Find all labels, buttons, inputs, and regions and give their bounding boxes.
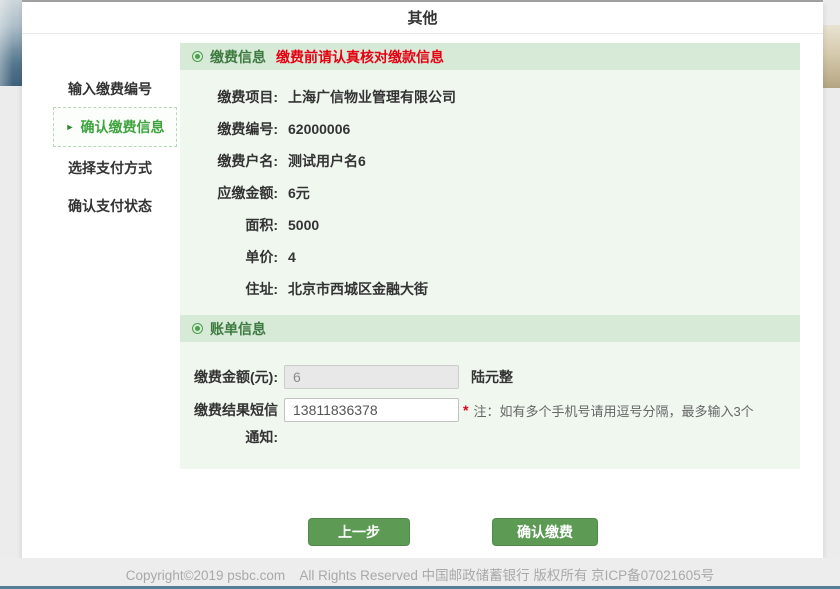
field-value: 62000006 bbox=[288, 121, 350, 137]
field-row-unit-price: 单价: 4 bbox=[180, 241, 800, 273]
field-label: 单价: bbox=[180, 247, 278, 267]
field-value: 北京市西城区金融大街 bbox=[288, 279, 428, 299]
section-bullet-icon bbox=[192, 51, 203, 62]
content-area: 缴费信息 缴费前请认真核对缴款信息 缴费项目: 上海广信物业管理有限公司 缴费编… bbox=[180, 43, 800, 469]
sms-phone-input[interactable] bbox=[284, 398, 459, 422]
footer: Copyright©2019 psbc.com All Rights Reser… bbox=[0, 558, 840, 589]
background-photo-left bbox=[0, 0, 22, 86]
bill-amount-label: 缴费金额(元): bbox=[180, 367, 278, 387]
field-row-address: 住址: 北京市西城区金融大街 bbox=[180, 273, 800, 305]
sms-label-line2: 通知: bbox=[180, 427, 278, 447]
amount-in-words: 陆元整 bbox=[471, 367, 513, 387]
field-label: 缴费项目: bbox=[180, 87, 278, 107]
field-value: 6元 bbox=[288, 183, 310, 203]
title-bar: 其他 bbox=[22, 2, 823, 34]
bill-amount-input bbox=[284, 365, 459, 389]
section-bullet-icon bbox=[192, 323, 203, 334]
field-label: 应缴金额: bbox=[180, 183, 278, 203]
field-value: 4 bbox=[288, 249, 296, 265]
field-label: 缴费户名: bbox=[180, 151, 278, 171]
step-enter-payment-number[interactable]: 输入缴费编号 bbox=[68, 80, 152, 98]
sms-label-line1: 缴费结果短信 bbox=[180, 400, 278, 420]
copyright-text: Copyright©2019 psbc.com All Rights Reser… bbox=[126, 564, 714, 584]
field-row-project: 缴费项目: 上海广信物业管理有限公司 bbox=[180, 81, 800, 113]
bill-amount-row: 缴费金额(元): 陆元整 bbox=[180, 362, 800, 392]
main-panel: 其他 输入缴费编号 ► 确认缴费信息 选择支付方式 确认支付状态 缴费信息 缴费… bbox=[22, 2, 823, 558]
page-title: 其他 bbox=[407, 7, 437, 28]
field-label: 缴费编号: bbox=[180, 119, 278, 139]
payment-info-section-header: 缴费信息 缴费前请认真核对缴款信息 bbox=[180, 43, 800, 70]
sms-notify-row: 缴费结果短信 * 注：如有多个手机号请用逗号分隔，最多输入3个 bbox=[180, 395, 800, 425]
step-confirm-payment-status[interactable]: 确认支付状态 bbox=[68, 197, 152, 215]
step-select-payment-method[interactable]: 选择支付方式 bbox=[68, 159, 152, 177]
sms-note: 注：如有多个手机号请用逗号分隔，最多输入3个 bbox=[473, 401, 753, 420]
field-label: 面积: bbox=[180, 215, 278, 235]
active-step-arrow-icon: ► bbox=[66, 122, 75, 132]
bill-info-fields: 缴费金额(元): 陆元整 缴费结果短信 * 注：如有多个手机号请用逗号分隔，最多… bbox=[180, 342, 800, 449]
field-value: 测试用户名6 bbox=[288, 151, 366, 171]
field-row-amount-due: 应缴金额: 6元 bbox=[180, 177, 800, 209]
confirm-payment-button[interactable]: 确认缴费 bbox=[492, 518, 598, 546]
bill-info-section-title: 账单信息 bbox=[210, 319, 266, 339]
field-row-area: 面积: 5000 bbox=[180, 209, 800, 241]
field-value: 上海广信物业管理有限公司 bbox=[288, 87, 456, 107]
field-label: 住址: bbox=[180, 279, 278, 299]
field-row-account-name: 缴费户名: 测试用户名6 bbox=[180, 145, 800, 177]
step-confirm-payment-info[interactable]: ► 确认缴费信息 bbox=[53, 107, 177, 147]
sms-notify-row-line2: 通知: bbox=[180, 425, 800, 449]
bill-info-section-header: 账单信息 bbox=[180, 315, 800, 342]
field-row-payment-number: 缴费编号: 62000006 bbox=[180, 113, 800, 145]
background-photo-right bbox=[823, 25, 840, 88]
required-asterisk: * bbox=[463, 402, 468, 418]
previous-step-button[interactable]: 上一步 bbox=[308, 518, 410, 546]
payment-info-warning: 缴费前请认真核对缴款信息 bbox=[276, 47, 444, 67]
payment-info-fields: 缴费项目: 上海广信物业管理有限公司 缴费编号: 62000006 缴费户名: … bbox=[180, 70, 800, 305]
active-step-label: 确认缴费信息 bbox=[80, 117, 164, 137]
payment-info-section-title: 缴费信息 bbox=[210, 47, 266, 67]
field-value: 5000 bbox=[288, 217, 319, 233]
